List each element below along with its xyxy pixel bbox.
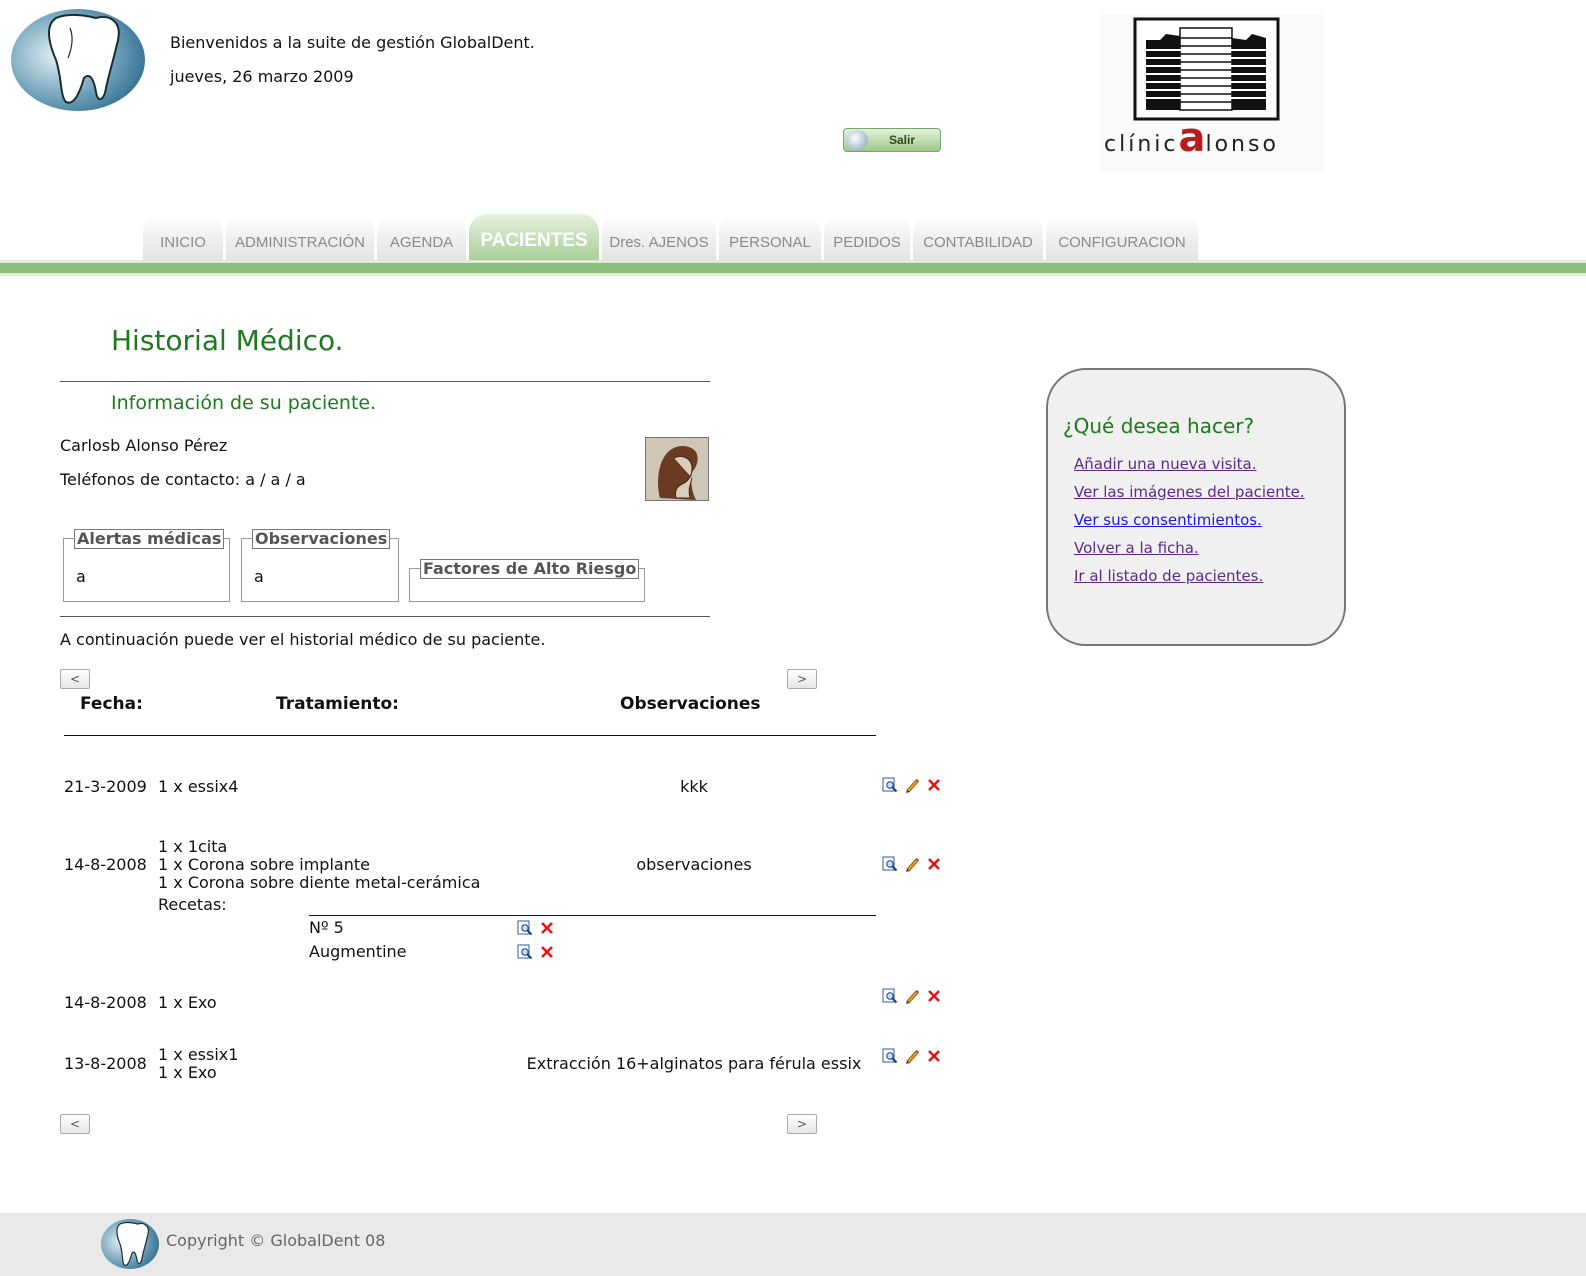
copyright: Copyright © GlobalDent 08 [166,1231,386,1250]
delete-icon[interactable] [926,988,942,1004]
page-title: Historial Médico. [111,324,344,357]
row-treatment: 1 x essix1 [158,1045,239,1064]
row-treatment: 1 x essix4 [158,777,239,796]
section-title: Información de su paciente. [111,392,377,414]
view-recipe-icon[interactable] [517,944,533,960]
alerts-value: a [76,567,86,586]
delete-recipe-icon[interactable] [539,944,555,960]
clinic-name-big: a [1178,115,1206,161]
clinic-name-pre: clínic [1104,132,1179,157]
tab-inicio[interactable]: INICIO [143,214,223,260]
tab-personal[interactable]: PERSONAL [719,214,821,260]
patient-list-link[interactable]: Ir al listado de pacientes. [1074,567,1263,585]
add-visit-link[interactable]: Añadir una nueva visita. [1074,455,1257,473]
welcome-text: Bienvenidos a la suite de gestión Global… [170,33,535,52]
main-nav: INICIO ADMINISTRACIÓN AGENDA PACIENTES D… [143,214,1198,260]
row-treatment: 1 x Exo [158,1063,217,1082]
edit-icon[interactable] [904,777,920,793]
row-treatment: 1 x Exo [158,993,217,1012]
actions-panel: ¿Qué desea hacer? Añadir una nueva visit… [1046,368,1346,646]
prev-page-button-top[interactable]: < [60,669,90,689]
divider [60,616,710,617]
actions-panel-title: ¿Qué desea hacer? [1063,414,1255,438]
tab-configuracion[interactable]: CONFIGURACION [1046,214,1198,260]
next-page-button-top[interactable]: > [787,669,817,689]
delete-icon[interactable] [926,856,942,872]
back-to-record-link[interactable]: Volver a la ficha. [1074,539,1199,557]
view-icon[interactable] [882,988,898,1004]
patient-images-link[interactable]: Ver las imágenes del paciente. [1074,483,1305,501]
edit-icon[interactable] [904,1048,920,1064]
patient-name: Carlosb Alonso Pérez [60,436,228,455]
observations-legend: Observaciones [252,529,391,549]
tab-pacientes[interactable]: PACIENTES [469,214,599,260]
table-row: 14-8-2008 1 x Exo [64,988,944,1018]
tab-contabilidad[interactable]: CONTABILIDAD [913,214,1043,260]
delete-recipe-icon[interactable] [539,920,555,936]
row-date: 14-8-2008 [64,855,147,874]
row-observations: kkk [680,777,708,796]
risk-factors-legend: Factores de Alto Riesgo [420,559,640,579]
clinic-name: clínicalonso [1104,118,1279,158]
edit-icon[interactable] [904,856,920,872]
delete-icon[interactable] [926,777,942,793]
recipe-item: Nº 5 [309,918,344,937]
recipe-item: Augmentine [309,942,407,961]
row-date: 14-8-2008 [64,993,147,1012]
exit-button[interactable]: Salir [843,128,941,152]
globaldent-logo [11,9,145,111]
exit-button-label: Salir [888,133,915,147]
row-treatment: 1 x 1cita [158,837,228,856]
history-intro: A continuación puede ver el historial mé… [60,630,546,649]
view-icon[interactable] [882,777,898,793]
row-observations: observaciones [636,855,752,874]
row-date: 21-3-2009 [64,777,147,796]
view-recipe-icon[interactable] [517,920,533,936]
row-date: 13-8-2008 [64,1054,147,1073]
table-row: 14-8-2008 1 x 1cita 1 x Corona sobre imp… [64,837,944,961]
row-observations: Extracción 16+alginatos para férula essi… [526,1054,862,1073]
prev-page-button-bottom[interactable]: < [60,1114,90,1134]
view-icon[interactable] [882,1048,898,1064]
edit-icon[interactable] [904,988,920,1004]
observations-value: a [254,567,264,586]
patient-photo-image [646,438,708,500]
tab-administracion[interactable]: ADMINISTRACIÓN [226,214,374,260]
view-icon[interactable] [882,856,898,872]
patient-photo[interactable] [645,437,709,501]
clinic-name-post: lonso [1205,132,1279,157]
col-header-date: Fecha: [80,694,143,714]
recipes-divider [309,915,876,916]
row-treatment: 1 x Corona sobre implante [158,855,370,874]
patient-phones: Teléfonos de contacto: a / a / a [60,470,306,489]
nav-bar [0,260,1586,276]
observations-box: Observaciones a [241,529,399,602]
table-row: 21-3-2009 1 x essix4 kkk [64,770,944,810]
alerts-legend: Alertas médicas [74,529,225,549]
divider [60,381,710,382]
globaldent-footer-logo [101,1219,159,1269]
alerts-box: Alertas médicas a [63,529,230,602]
risk-factors-box: Factores de Alto Riesgo [409,559,645,602]
consents-link[interactable]: Ver sus consentimientos. [1074,511,1262,529]
tab-pedidos[interactable]: PEDIDOS [824,214,910,260]
table-row: 13-8-2008 1 x essix1 1 x Exo Extracción … [64,1046,944,1086]
col-header-treatment: Tratamiento: [276,694,399,714]
current-date: jueves, 26 marzo 2009 [170,67,354,86]
delete-icon[interactable] [926,1048,942,1064]
tab-dres-ajenos[interactable]: Dres. AJENOS [602,214,716,260]
next-page-button-bottom[interactable]: > [787,1114,817,1134]
tab-agenda[interactable]: AGENDA [377,214,466,260]
col-header-observations: Observaciones [620,694,761,714]
recipes-label: Recetas: [158,895,227,914]
table-header-divider [64,735,876,736]
row-treatment: 1 x Corona sobre diente metal-cerámica [158,873,481,892]
